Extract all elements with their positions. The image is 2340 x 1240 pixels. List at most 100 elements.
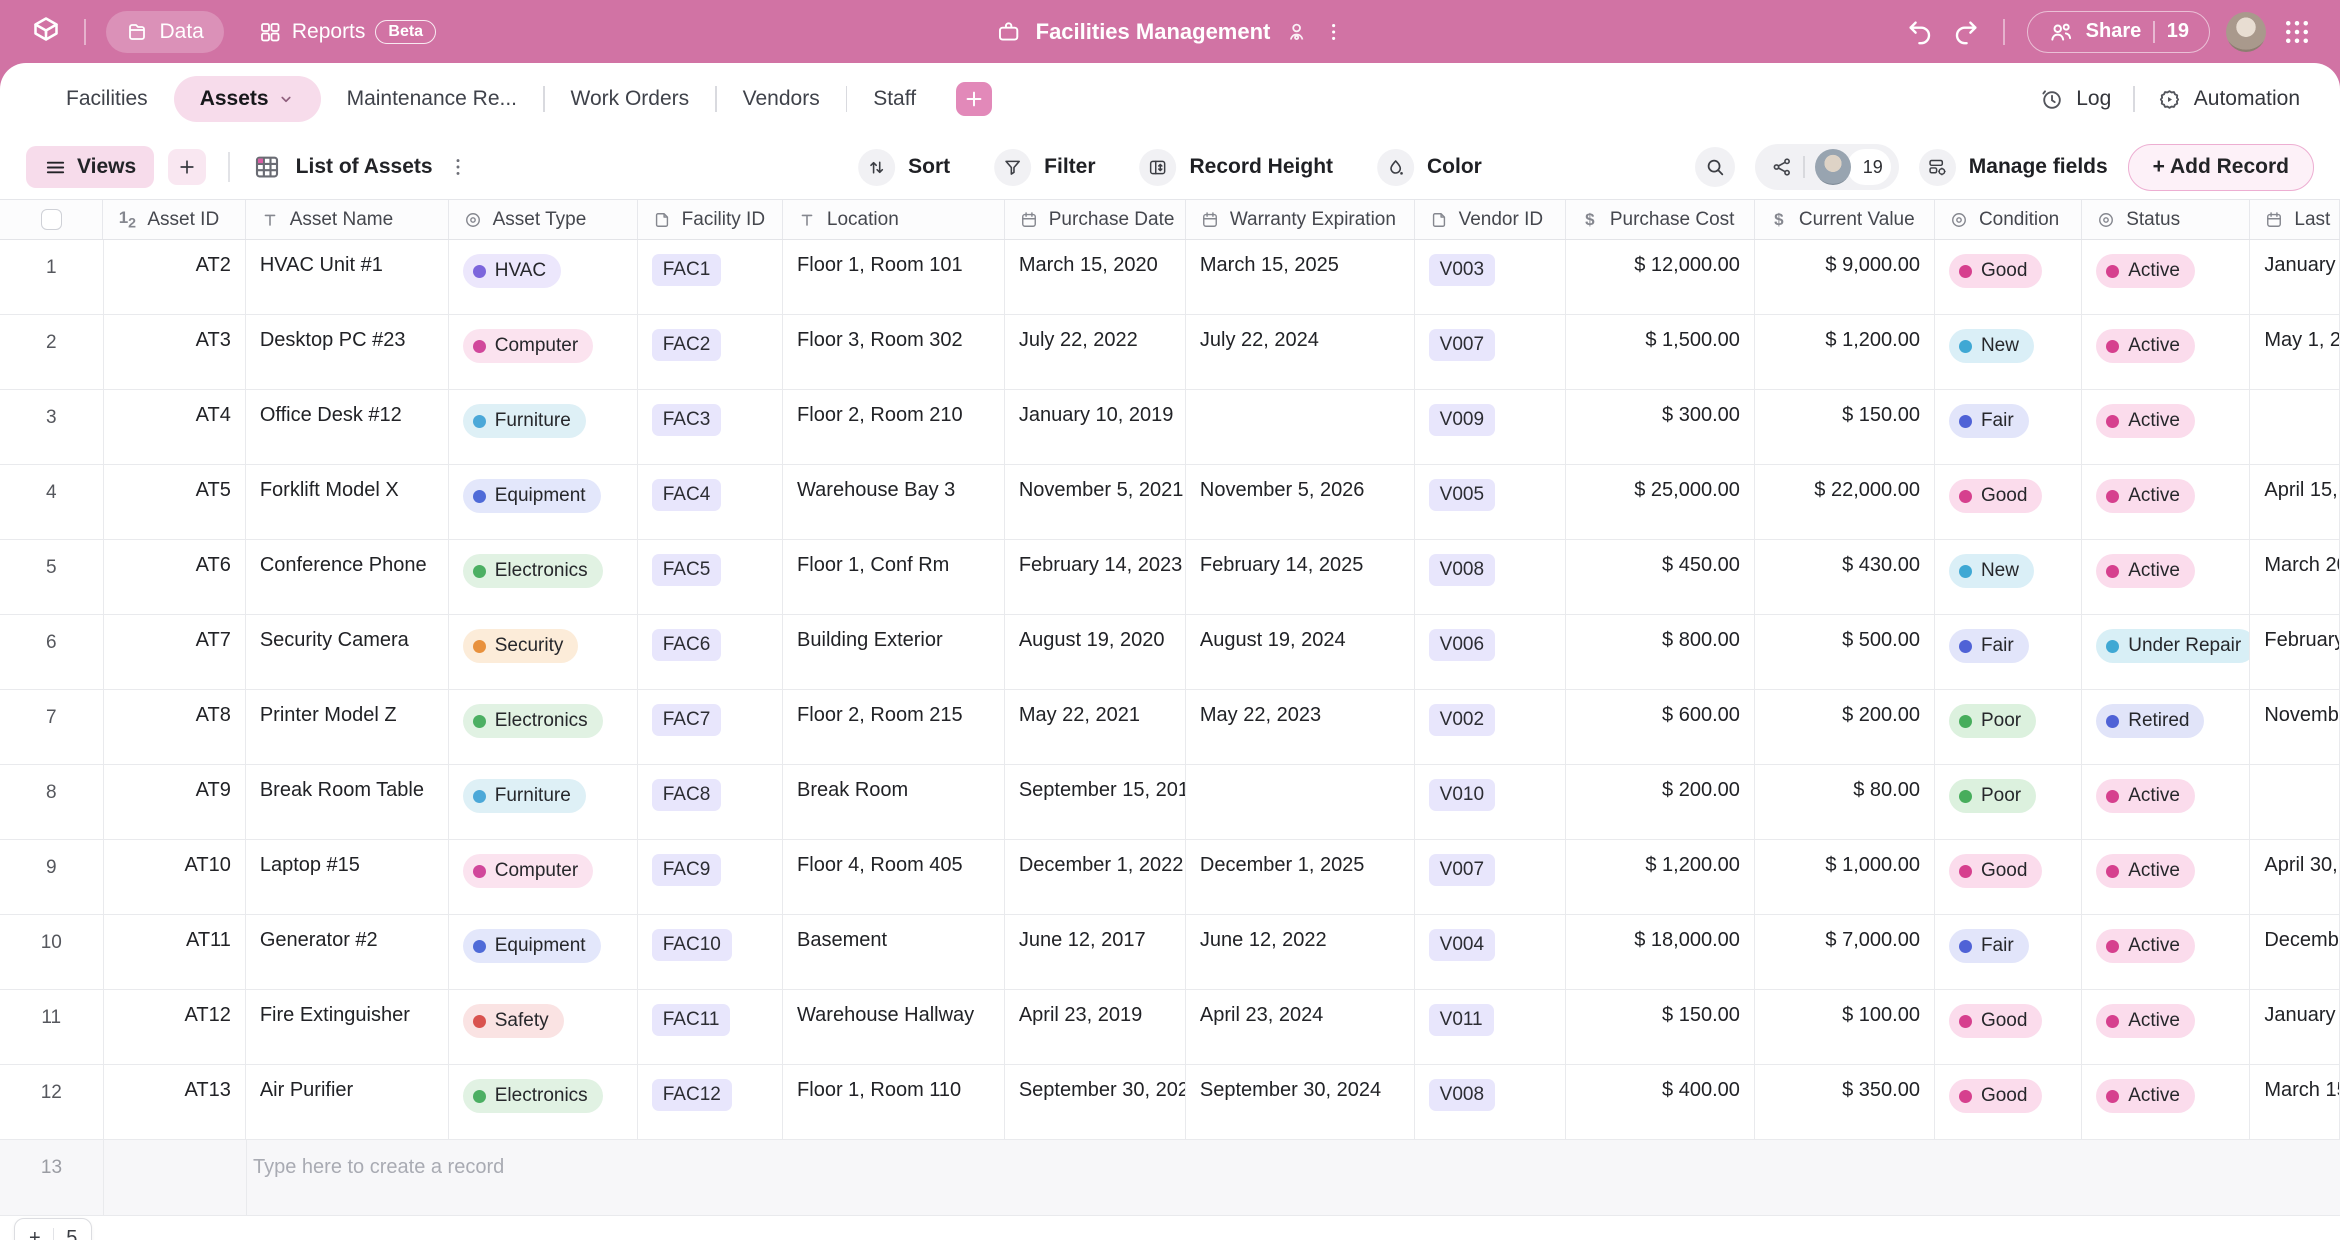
record-height-button[interactable]: Record Height — [1140, 149, 1334, 186]
cell-last[interactable]: November — [2250, 690, 2340, 764]
cell-asset_type[interactable]: Electronics — [449, 1065, 638, 1139]
cell-asset_type[interactable]: Furniture — [449, 390, 638, 464]
cell-status[interactable]: Active — [2082, 1065, 2250, 1139]
collaborator-icon[interactable] — [1284, 20, 1308, 44]
cell-location[interactable]: Floor 1, Room 110 — [783, 1065, 1005, 1139]
row-number-cell[interactable]: 6 — [0, 615, 104, 689]
cell-vendor_id[interactable]: V010 — [1415, 765, 1566, 839]
share-button[interactable]: Share 19 — [2027, 11, 2210, 53]
cell-vendor_id[interactable]: V007 — [1415, 315, 1566, 389]
view-name[interactable]: List of Assets — [296, 155, 433, 179]
cell-asset_name[interactable]: Printer Model Z — [246, 690, 449, 764]
cell-current_value[interactable]: $ 9,000.00 — [1755, 240, 1935, 314]
cell-asset_id[interactable]: AT9 — [104, 765, 246, 839]
cell-asset_name[interactable]: Office Desk #12 — [246, 390, 449, 464]
cell-condition[interactable]: Good — [1935, 465, 2082, 539]
cell-location[interactable]: Floor 3, Room 302 — [783, 315, 1005, 389]
column-header-asset_type[interactable]: Asset Type — [449, 200, 638, 239]
base-menu-kebab-icon[interactable] — [1322, 21, 1344, 43]
add-record-button[interactable]: + Add Record — [2128, 144, 2314, 191]
cell-location[interactable]: Floor 2, Room 215 — [783, 690, 1005, 764]
cell-facility_id[interactable]: FAC5 — [638, 540, 783, 614]
cell-asset_id[interactable]: AT12 — [104, 990, 246, 1064]
cell-last[interactable] — [2250, 390, 2340, 464]
manage-fields-button[interactable]: Manage fields — [1919, 149, 2108, 186]
column-header-last[interactable]: Last — [2250, 200, 2340, 239]
row-number-cell[interactable]: 8 — [0, 765, 104, 839]
undo-icon[interactable] — [1905, 17, 1935, 47]
cell-asset_type[interactable]: Safety — [449, 990, 638, 1064]
cell-location[interactable]: Building Exterior — [783, 615, 1005, 689]
cell-facility_id[interactable]: FAC3 — [638, 390, 783, 464]
cell-vendor_id[interactable]: V008 — [1415, 1065, 1566, 1139]
cell-asset_id[interactable]: AT11 — [104, 915, 246, 989]
log-button[interactable]: Log — [2039, 87, 2111, 112]
cell-location[interactable]: Warehouse Hallway — [783, 990, 1005, 1064]
cell-condition[interactable]: Good — [1935, 240, 2082, 314]
cell-status[interactable]: Active — [2082, 990, 2250, 1064]
cell-current_value[interactable]: $ 80.00 — [1755, 765, 1935, 839]
cell-vendor_id[interactable]: V005 — [1415, 465, 1566, 539]
row-number-cell[interactable]: 3 — [0, 390, 104, 464]
column-header-purchase_cost[interactable]: $Purchase Cost — [1566, 200, 1755, 239]
cell-asset_type[interactable]: Furniture — [449, 765, 638, 839]
row-number-cell[interactable]: 2 — [0, 315, 104, 389]
quick-add-rows-button[interactable]: + 5 — [14, 1218, 92, 1240]
cell-asset_name[interactable]: Fire Extinguisher — [246, 990, 449, 1064]
cell-facility_id[interactable]: FAC1 — [638, 240, 783, 314]
cell-status[interactable]: Active — [2082, 390, 2250, 464]
cell-vendor_id[interactable]: V008 — [1415, 540, 1566, 614]
cell-current_value[interactable]: $ 1,000.00 — [1755, 840, 1935, 914]
color-button[interactable]: Color — [1377, 149, 1482, 186]
cell-status[interactable]: Active — [2082, 915, 2250, 989]
cell-asset_type[interactable]: Electronics — [449, 690, 638, 764]
column-header-current_value[interactable]: $Current Value — [1755, 200, 1935, 239]
column-header-vendor_id[interactable]: Vendor ID — [1415, 200, 1566, 239]
cell-purchase_cost[interactable]: $ 1,200.00 — [1566, 840, 1755, 914]
cell-warranty_expiration[interactable]: March 15, 2025 — [1186, 240, 1415, 314]
cell-last[interactable]: April 15, — [2250, 465, 2340, 539]
cell-vendor_id[interactable]: V004 — [1415, 915, 1566, 989]
cell-purchase_cost[interactable]: $ 18,000.00 — [1566, 915, 1755, 989]
cell-warranty_expiration[interactable] — [1186, 390, 1415, 464]
cell-vendor_id[interactable]: V003 — [1415, 240, 1566, 314]
cell-asset_id[interactable]: AT3 — [104, 315, 246, 389]
cell-facility_id[interactable]: FAC11 — [638, 990, 783, 1064]
cell-asset_id[interactable]: AT10 — [104, 840, 246, 914]
cell-purchase_cost[interactable]: $ 1,500.00 — [1566, 315, 1755, 389]
cell-last[interactable]: April 30, — [2250, 840, 2340, 914]
row-number-cell[interactable]: 9 — [0, 840, 104, 914]
tab-work-orders[interactable]: Work Orders — [545, 76, 716, 122]
cell-asset_id[interactable]: AT4 — [104, 390, 246, 464]
cell-facility_id[interactable]: FAC10 — [638, 915, 783, 989]
cell-asset_name[interactable]: Air Purifier — [246, 1065, 449, 1139]
column-header-asset_id[interactable]: 12Asset ID — [103, 200, 245, 239]
cell-asset_name[interactable]: HVAC Unit #1 — [246, 240, 449, 314]
cell-condition[interactable]: Fair — [1935, 390, 2082, 464]
column-header-condition[interactable]: Condition — [1935, 200, 2082, 239]
cell-status[interactable]: Active — [2082, 315, 2250, 389]
add-table-button[interactable] — [956, 82, 992, 116]
cell-current_value[interactable]: $ 350.00 — [1755, 1065, 1935, 1139]
row-number-cell[interactable]: 4 — [0, 465, 104, 539]
cell-current_value[interactable]: $ 7,000.00 — [1755, 915, 1935, 989]
redo-icon[interactable] — [1951, 17, 1981, 47]
cell-last[interactable] — [2250, 765, 2340, 839]
cell-location[interactable]: Break Room — [783, 765, 1005, 839]
cell-purchase_date[interactable]: July 22, 2022 — [1005, 315, 1186, 389]
cell-asset_name[interactable]: Security Camera — [246, 615, 449, 689]
cell-warranty_expiration[interactable]: February 14, 2025 — [1186, 540, 1415, 614]
add-view-button[interactable] — [168, 149, 206, 185]
cell-current_value[interactable]: $ 100.00 — [1755, 990, 1935, 1064]
cell-asset_id[interactable]: AT2 — [104, 240, 246, 314]
cell-vendor_id[interactable]: V009 — [1415, 390, 1566, 464]
cell-facility_id[interactable]: FAC4 — [638, 465, 783, 539]
tab-assets[interactable]: Assets — [174, 76, 321, 122]
cell-purchase_date[interactable]: May 22, 2021 — [1005, 690, 1186, 764]
create-record-placeholder[interactable]: Type here to create a record — [247, 1140, 504, 1215]
cell-asset_id[interactable]: AT7 — [104, 615, 246, 689]
cell-asset_id[interactable]: AT13 — [104, 1065, 246, 1139]
cell-asset_type[interactable]: Equipment — [449, 915, 638, 989]
cell-current_value[interactable]: $ 200.00 — [1755, 690, 1935, 764]
cell-purchase_cost[interactable]: $ 300.00 — [1566, 390, 1755, 464]
